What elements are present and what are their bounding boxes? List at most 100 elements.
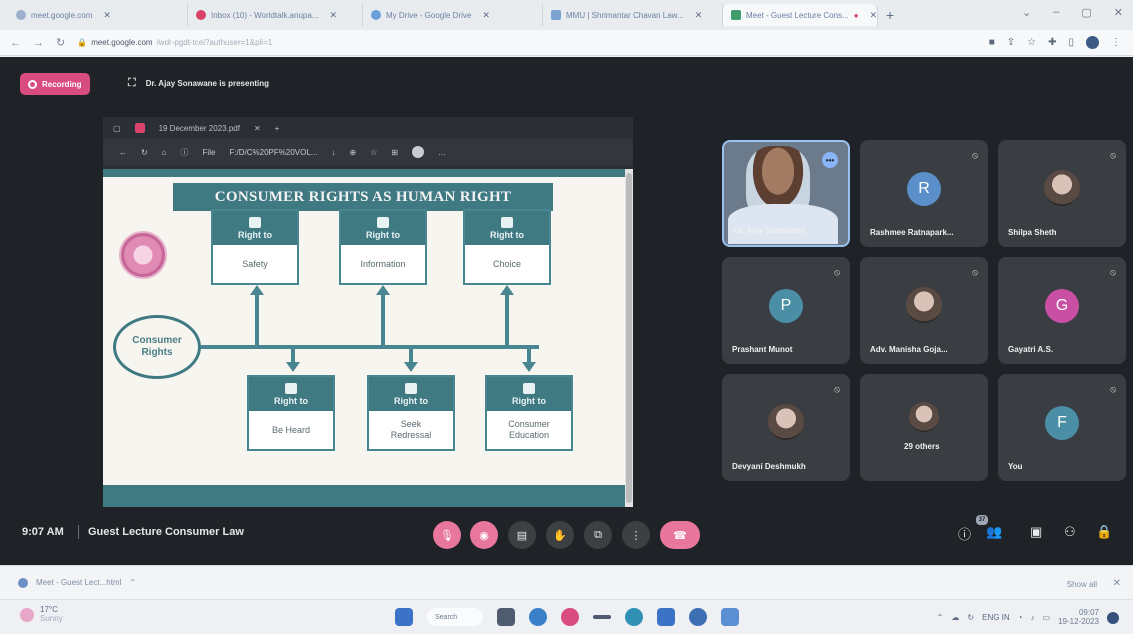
camera-icon[interactable]: ■: [989, 37, 995, 48]
close-icon[interactable]: ✕: [482, 10, 490, 21]
download-icon: ↓: [331, 147, 336, 157]
participant-tile[interactable]: ⦸ Adv. Manisha Goja...: [860, 257, 988, 364]
connector-line: [201, 345, 539, 349]
app-icon[interactable]: [529, 608, 547, 626]
tab-label: Meet - Guest Lecture Cons...: [746, 10, 849, 20]
info-person-icon: [377, 216, 389, 228]
app-icon[interactable]: [689, 608, 707, 626]
extensions-icon[interactable]: ✚: [1048, 37, 1056, 48]
close-window-button[interactable]: ✕: [1114, 6, 1123, 19]
people-icon[interactable]: 👥: [986, 524, 1002, 540]
minimize-button[interactable]: –: [1053, 6, 1059, 19]
more-options-button[interactable]: ⋮: [622, 521, 650, 549]
meeting-info-icon[interactable]: ⓘ: [958, 524, 971, 543]
raise-hand-button[interactable]: ✋: [546, 521, 574, 549]
close-icon[interactable]: ✕: [1113, 578, 1121, 589]
chevron-up-icon[interactable]: ⌃: [129, 578, 136, 587]
mic-off-icon: ⦸: [972, 267, 978, 277]
mic-off-icon: ⦸: [1110, 267, 1116, 277]
reload-icon[interactable]: ↻: [56, 36, 65, 49]
notification-icon[interactable]: [1107, 611, 1119, 624]
close-icon[interactable]: ✕: [103, 10, 111, 21]
browser-tab-active[interactable]: Meet - Guest Lecture Cons... ● ✕: [723, 4, 878, 26]
lang-indicator[interactable]: ENG IN: [982, 613, 1010, 622]
battery-icon[interactable]: ▭: [1043, 613, 1051, 622]
host-controls-icon[interactable]: 🔒: [1096, 524, 1112, 540]
meet-icon: [731, 10, 741, 20]
participant-tile[interactable]: ⦸ P Prashant Munot: [722, 257, 850, 364]
right-head: Right to: [490, 229, 524, 240]
scrollbar-thumb[interactable]: [626, 173, 632, 503]
camera-button[interactable]: ◉: [470, 521, 498, 549]
clock[interactable]: 09:07 19-12-2023: [1058, 608, 1099, 627]
browser-tab[interactable]: Inbox (10) - Worldtalk.anupa... ✕: [188, 4, 363, 26]
cloud-icon[interactable]: ☁: [951, 613, 959, 622]
tab-label: meet.google.com: [31, 10, 93, 20]
wifi-icon[interactable]: ◔: [1018, 613, 1023, 622]
connector-line: [505, 293, 509, 345]
app-icon[interactable]: [657, 608, 675, 626]
present-button[interactable]: ⧉: [584, 521, 612, 549]
participant-tile[interactable]: ⦸ G Gayatri A.S.: [998, 257, 1126, 364]
profile-avatar[interactable]: [1086, 36, 1099, 49]
url-field[interactable]: 🔒 meet.google.com /wdr-pgdt-tcei?authuse…: [77, 38, 272, 47]
weather-widget[interactable]: 17°C Sunny: [20, 605, 63, 624]
right-head: Right to: [274, 395, 308, 406]
edge-icon[interactable]: [625, 608, 643, 626]
chat-icon[interactable]: ▣: [1030, 524, 1042, 540]
windows-start-icon[interactable]: [395, 608, 413, 626]
maximize-button[interactable]: ▢: [1081, 6, 1091, 19]
leave-call-button[interactable]: ☎: [660, 521, 700, 549]
taskbar-search[interactable]: Search: [427, 608, 483, 626]
close-icon[interactable]: ✕: [870, 10, 877, 21]
right-box-seek-redressal: Right to Seek Redressal: [367, 375, 455, 451]
sidebar-icon[interactable]: ▯: [1068, 37, 1074, 48]
close-icon[interactable]: ✕: [329, 10, 337, 21]
participant-tile[interactable]: ⦸ Devyani Deshmukh: [722, 374, 850, 481]
close-icon[interactable]: ✕: [695, 10, 703, 21]
right-body: Seek Redressal: [390, 419, 432, 440]
browser-tab[interactable]: meet.google.com ✕: [8, 4, 188, 26]
participant-name: You: [1008, 462, 1023, 471]
mic-off-icon: ⦸: [972, 150, 978, 160]
participant-tile[interactable]: ••• Dr. Ajay Sonawane: [722, 140, 850, 247]
menu-icon: …: [438, 147, 447, 157]
download-item[interactable]: Meet - Guest Lect...html: [36, 578, 121, 587]
tab-search-button[interactable]: ⌄: [1022, 6, 1031, 19]
share-icon[interactable]: ⇪: [1007, 37, 1015, 48]
star-icon[interactable]: ☆: [1027, 37, 1036, 48]
right-body: Consumer Education: [508, 419, 550, 440]
participant-tile[interactable]: ⦸ Shilpa Sheth: [998, 140, 1126, 247]
avatar: F: [1045, 405, 1079, 440]
screen: meet.google.com ✕ Inbox (10) - Worldtalk…: [0, 0, 1133, 634]
right-box-choice: Right to Choice: [463, 209, 551, 285]
shared-address-path: F:/D/C%20PF%20VOL...: [229, 147, 318, 157]
refresh-icon[interactable]: ↻: [967, 613, 974, 622]
browser-tab[interactable]: My Drive - Google Drive ✕: [363, 4, 543, 26]
chevron-up-icon[interactable]: ⌃: [937, 613, 944, 622]
menu-icon[interactable]: ⋮: [1111, 37, 1121, 48]
app-icon[interactable]: [593, 615, 611, 619]
lock-icon: 🔒: [77, 38, 88, 47]
app-icon[interactable]: [721, 608, 739, 626]
new-tab-button[interactable]: +: [886, 7, 894, 23]
pdf-icon: [134, 123, 145, 133]
participant-tile-others[interactable]: 29 others: [860, 374, 988, 481]
chrome-icon[interactable]: [561, 608, 579, 626]
app-icon[interactable]: [497, 608, 515, 626]
speaker-icon[interactable]: ♪: [1031, 613, 1035, 622]
back-arrow-icon[interactable]: ←: [10, 37, 21, 49]
right-head: Right to: [394, 395, 428, 406]
forward-arrow-icon[interactable]: →: [33, 37, 44, 49]
participant-tile[interactable]: ⦸ R Rashmee Ratnapark...: [860, 140, 988, 247]
browser-tab[interactable]: MMU | Shrimantar Chavan Law... ✕: [543, 4, 723, 26]
show-all-button[interactable]: Show all: [1067, 580, 1097, 589]
mic-button[interactable]: 🎙: [433, 521, 461, 549]
captions-button[interactable]: ▤: [508, 521, 536, 549]
participant-tile-self[interactable]: ⦸ F You: [998, 374, 1126, 481]
activities-icon[interactable]: ⚇: [1064, 524, 1076, 540]
tab-list-icon: ▢: [113, 123, 121, 133]
more-options-icon[interactable]: •••: [822, 152, 838, 168]
record-icon: [28, 79, 37, 89]
scrollbar[interactable]: [625, 169, 633, 507]
